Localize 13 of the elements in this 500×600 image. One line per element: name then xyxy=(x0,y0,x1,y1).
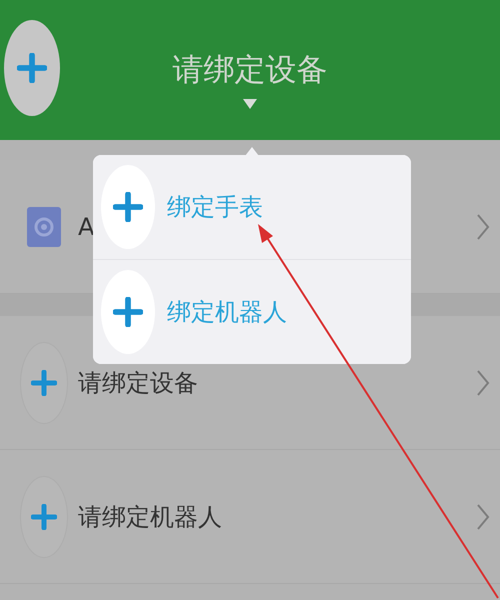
row-label: 请绑定设备 xyxy=(78,368,198,398)
row-label: A xyxy=(78,212,94,240)
plus-icon xyxy=(113,192,143,222)
header-title: 请绑定设备 xyxy=(172,51,328,90)
chevron-right-icon xyxy=(476,502,490,530)
popup-pointer xyxy=(245,147,259,156)
dropdown-arrow-icon[interactable] xyxy=(243,99,257,109)
chevron-right-icon xyxy=(476,212,490,240)
plus-icon xyxy=(17,53,47,83)
gear-icon xyxy=(27,206,61,246)
chevron-right-icon xyxy=(476,368,490,396)
plus-icon xyxy=(113,297,143,327)
row-label: 请绑定机器人 xyxy=(78,502,222,532)
